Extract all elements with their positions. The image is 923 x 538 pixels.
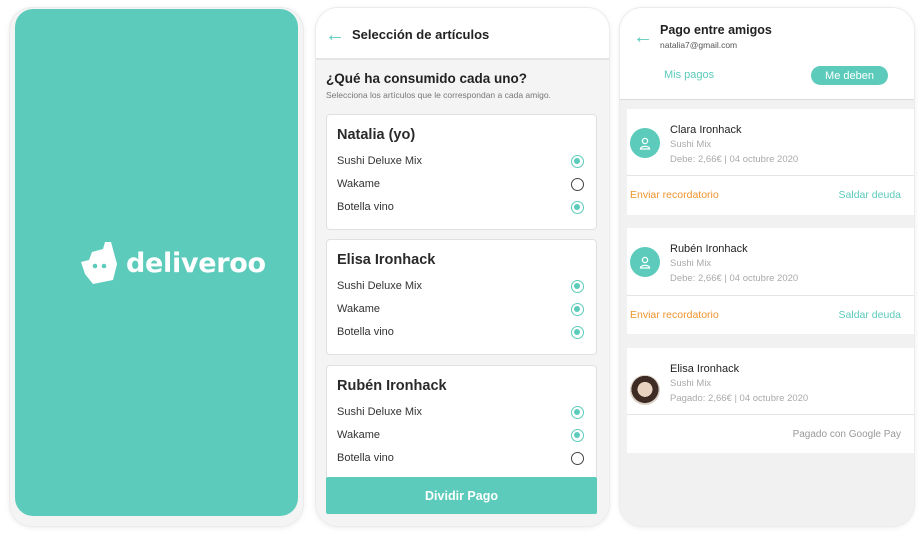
item-label: Wakame: [337, 429, 380, 441]
person-name: Elisa Ironhack: [670, 363, 740, 375]
page-title: Pago entre amigos: [660, 23, 772, 37]
back-arrow-icon[interactable]: ←: [633, 27, 653, 47]
paid-with-note: Pagado con Google Pay: [792, 429, 901, 440]
person-name: Rubén Ironhack: [670, 243, 748, 255]
back-arrow-icon[interactable]: ←: [325, 25, 345, 45]
avatar: [630, 128, 660, 158]
item-label: Botella vino: [337, 326, 394, 338]
payment-status: Pagado: 2,66€ | 04 octubre 2020: [670, 393, 809, 404]
item-label: Botella vino: [337, 452, 394, 464]
divider: [627, 414, 914, 415]
item-row[interactable]: Sushi Deluxe Mix: [337, 277, 584, 295]
radio-button[interactable]: [571, 279, 584, 293]
item-row[interactable]: Sushi Deluxe Mix: [337, 152, 584, 170]
top-bar: ← Selección de artículos: [316, 8, 609, 60]
question-heading: ¿Qué ha consumido cada uno?: [326, 71, 528, 86]
friend-name: Rubén Ironhack: [337, 378, 447, 394]
friend-card: Rubén Ironhack Sushi Deluxe Mix Wakame B…: [326, 365, 597, 481]
radio-button[interactable]: [571, 302, 584, 316]
tab-me-deben[interactable]: Me deben: [811, 66, 888, 85]
item-selection-screen: ← Selección de artículos ¿Qué ha consumi…: [316, 8, 609, 526]
question-subtitle: Selecciona los artículos que le correspo…: [326, 90, 551, 100]
radio-button[interactable]: [571, 177, 584, 191]
item-label: Sushi Deluxe Mix: [337, 406, 422, 418]
friend-name: Elisa Ironhack: [337, 252, 436, 268]
person-name: Clara Ironhack: [670, 124, 742, 136]
splash-screen: deliveroo: [10, 8, 303, 526]
item-row[interactable]: Sushi Deluxe Mix: [337, 403, 584, 421]
user-icon: [639, 137, 651, 150]
item-label: Wakame: [337, 303, 380, 315]
item-row[interactable]: Botella vino: [337, 198, 584, 216]
radio-button[interactable]: [571, 200, 584, 214]
debt-entry: Rubén Ironhack Sushi Mix Debe: 2,66€ | 0…: [627, 228, 914, 334]
debt-status: Debe: 2,66€ | 04 octubre 2020: [670, 154, 799, 165]
debt-status: Debe: 2,66€ | 04 octubre 2020: [670, 273, 799, 284]
item-row[interactable]: Botella vino: [337, 323, 584, 341]
page-title: Selección de artículos: [352, 27, 490, 42]
settle-debt-link[interactable]: Saldar deuda: [839, 189, 901, 201]
radio-button[interactable]: [571, 451, 584, 465]
avatar: [630, 247, 660, 277]
debt-entry: Clara Ironhack Sushi Mix Debe: 2,66€ | 0…: [627, 109, 914, 215]
order-name: Sushi Mix: [670, 378, 712, 389]
brand-name: deliveroo: [126, 247, 266, 279]
item-label: Botella vino: [337, 201, 394, 213]
item-row[interactable]: Botella vino: [337, 449, 584, 467]
item-label: Wakame: [337, 178, 380, 190]
order-name: Sushi Mix: [670, 258, 712, 269]
divider: [627, 295, 914, 296]
item-row[interactable]: Wakame: [337, 300, 584, 318]
radio-button[interactable]: [571, 325, 584, 339]
divide-payment-button[interactable]: Dividir Pago: [326, 477, 597, 514]
radio-button[interactable]: [571, 405, 584, 419]
send-reminder-link[interactable]: Enviar recordatorio: [630, 309, 719, 321]
item-label: Sushi Deluxe Mix: [337, 280, 422, 292]
payments-screen: ← Pago entre amigos natalia7@gmail.com M…: [620, 8, 914, 526]
friend-card: Natalia (yo) Sushi Deluxe Mix Wakame Bot…: [326, 114, 597, 230]
user-email: natalia7@gmail.com: [660, 40, 738, 50]
item-label: Sushi Deluxe Mix: [337, 155, 422, 167]
radio-button[interactable]: [571, 154, 584, 168]
item-row[interactable]: Wakame: [337, 175, 584, 193]
top-bar: ← Pago entre amigos natalia7@gmail.com M…: [620, 8, 914, 100]
friend-name: Natalia (yo): [337, 127, 416, 143]
paid-entry: Elisa Ironhack Sushi Mix Pagado: 2,66€ |…: [627, 348, 914, 453]
order-name: Sushi Mix: [670, 139, 712, 150]
splash-background: deliveroo: [15, 9, 298, 516]
send-reminder-link[interactable]: Enviar recordatorio: [630, 189, 719, 201]
friend-card: Elisa Ironhack Sushi Deluxe Mix Wakame B…: [326, 239, 597, 355]
radio-button[interactable]: [571, 428, 584, 442]
divider: [627, 175, 914, 176]
settle-debt-link[interactable]: Saldar deuda: [839, 309, 901, 321]
avatar: [630, 375, 660, 405]
tab-mis-pagos[interactable]: Mis pagos: [664, 69, 714, 81]
item-row[interactable]: Wakame: [337, 426, 584, 444]
kangaroo-logo-icon: [81, 242, 117, 284]
brand-logo: deliveroo: [81, 242, 266, 284]
user-icon: [639, 256, 651, 269]
